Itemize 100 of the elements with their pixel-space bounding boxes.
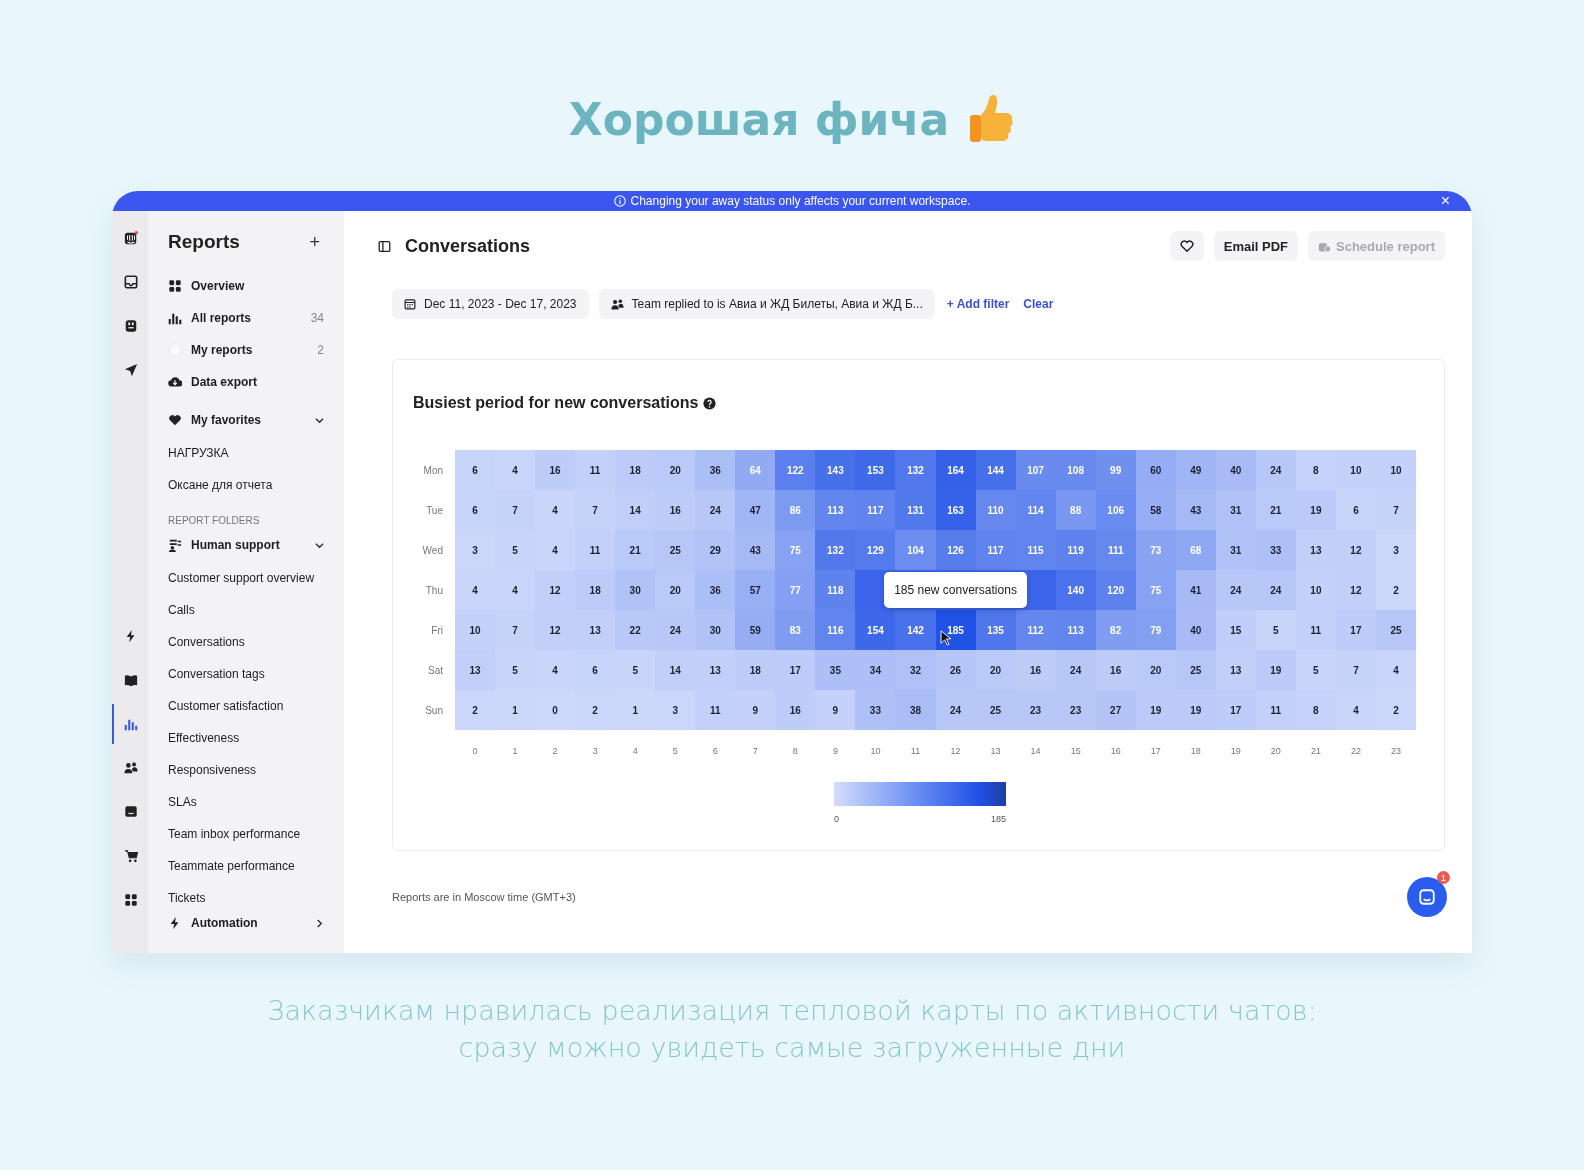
heatmap-cell[interactable]: 5 (615, 650, 656, 690)
heatmap-cell[interactable]: 24 (1215, 570, 1256, 610)
add-filter-link[interactable]: + Add filter (944, 297, 1012, 311)
report-item[interactable]: Conversation tags (168, 658, 324, 690)
heatmap-cell[interactable]: 24 (655, 610, 696, 650)
heatmap-cell[interactable]: 120 (1095, 570, 1136, 610)
heatmap-cell[interactable]: 119 (1055, 530, 1096, 570)
heatmap-cell[interactable]: 2 (1375, 690, 1416, 730)
favorite-button[interactable] (1169, 231, 1204, 261)
heatmap-cell[interactable]: 57 (735, 570, 776, 610)
heatmap-cell[interactable]: 13 (575, 610, 616, 650)
heatmap-cell[interactable]: 4 (535, 650, 576, 690)
email-pdf-button[interactable]: Email PDF (1213, 231, 1299, 261)
report-item[interactable]: Customer satisfaction (168, 690, 324, 722)
heatmap-cell[interactable]: 34 (855, 650, 896, 690)
heatmap-cell[interactable]: 13 (1215, 650, 1256, 690)
heatmap-cell[interactable]: 20 (975, 650, 1016, 690)
heatmap-cell[interactable]: 25 (975, 690, 1016, 730)
heatmap-cell[interactable]: 14 (655, 650, 696, 690)
heatmap-cell[interactable]: 40 (1175, 610, 1216, 650)
heatmap-cell[interactable]: 40 (1215, 450, 1256, 490)
heatmap-cell[interactable]: 58 (1135, 490, 1176, 530)
team-filter[interactable]: Team replied to is Авиа и ЖД Билеты, Авиа и ЖД Б... (598, 289, 935, 319)
heatmap-cell[interactable]: 5 (1295, 650, 1336, 690)
heatmap-cell[interactable]: 2 (1375, 570, 1416, 610)
heatmap-cell[interactable]: 38 (895, 690, 936, 730)
heatmap-cell[interactable]: 41 (1175, 570, 1216, 610)
heatmap-cell[interactable]: 12 (1335, 530, 1376, 570)
heatmap-cell[interactable]: 135 (975, 610, 1016, 650)
heatmap-cell[interactable]: 14 (615, 490, 656, 530)
heatmap-cell[interactable]: 35 (815, 650, 856, 690)
heatmap-cell[interactable]: 33 (855, 690, 896, 730)
heatmap-cell[interactable]: 11 (575, 530, 616, 570)
favorite-item[interactable]: НАГРУЗКА (168, 437, 324, 469)
heatmap-cell[interactable]: 31 (1215, 490, 1256, 530)
heatmap-cell[interactable]: 11 (695, 690, 736, 730)
heatmap-cell[interactable]: 43 (735, 530, 776, 570)
heatmap-cell[interactable]: 7 (1375, 490, 1416, 530)
heatmap-cell[interactable]: 43 (1175, 490, 1216, 530)
heatmap-cell[interactable]: 30 (615, 570, 656, 610)
heatmap-cell[interactable]: 32 (895, 650, 936, 690)
heatmap-cell[interactable]: 60 (1135, 450, 1176, 490)
clear-link[interactable]: Clear (1021, 297, 1056, 311)
heatmap-cell[interactable]: 8 (1295, 690, 1336, 730)
heatmap-cell[interactable]: 30 (695, 610, 736, 650)
heatmap-cell[interactable]: 10 (1375, 450, 1416, 490)
nav-item[interactable]: Data export (168, 373, 324, 391)
heatmap-cell[interactable]: 25 (655, 530, 696, 570)
heatmap-cell[interactable]: 140 (1055, 570, 1096, 610)
heatmap-cell[interactable]: 4 (455, 570, 496, 610)
heatmap-cell[interactable]: 7 (1335, 650, 1376, 690)
nav-item[interactable]: My reports 2 (168, 341, 324, 359)
heatmap-cell[interactable]: 17 (775, 650, 816, 690)
heatmap-cell[interactable]: 19 (1175, 690, 1216, 730)
heatmap-cell[interactable]: 4 (1335, 690, 1376, 730)
heatmap-cell[interactable]: 27 (1095, 690, 1136, 730)
heatmap-cell[interactable]: 3 (655, 690, 696, 730)
heatmap-cell[interactable]: 117 (855, 490, 896, 530)
heatmap-cell[interactable]: 0 (535, 690, 576, 730)
heatmap-cell[interactable]: 9 (815, 690, 856, 730)
nav-item[interactable]: Overview (168, 277, 324, 295)
heatmap-cell[interactable]: 154 (855, 610, 896, 650)
nav-item[interactable]: All reports 34 (168, 309, 324, 327)
heatmap-cell[interactable]: 18 (575, 570, 616, 610)
heatmap-cell[interactable]: 8 (1295, 450, 1336, 490)
heatmap-cell[interactable]: 5 (495, 530, 536, 570)
heatmap-cell[interactable]: 23 (1015, 690, 1056, 730)
heatmap-cell[interactable]: 11 (1255, 690, 1296, 730)
heatmap-cell[interactable]: 25 (1175, 650, 1216, 690)
heatmap-cell[interactable]: 144 (975, 450, 1016, 490)
heatmap-cell[interactable]: 24 (935, 690, 976, 730)
heatmap-cell[interactable]: 6 (575, 650, 616, 690)
heatmap-cell[interactable]: 2 (455, 690, 496, 730)
report-item[interactable]: Conversations (168, 626, 324, 658)
heatmap-cell[interactable]: 29 (695, 530, 736, 570)
heatmap-cell[interactable]: 47 (735, 490, 776, 530)
report-item[interactable]: SLAs (168, 786, 324, 818)
heatmap-cell[interactable]: 11 (575, 450, 616, 490)
heatmap-cell[interactable]: 5 (495, 650, 536, 690)
heatmap-cell[interactable]: 142 (895, 610, 936, 650)
heatmap-cell[interactable]: 26 (935, 650, 976, 690)
date-filter[interactable]: Dec 11, 2023 - Dec 17, 2023 (392, 289, 589, 319)
heatmap-cell[interactable]: 1 (615, 690, 656, 730)
heatmap-cell[interactable]: 49 (1175, 450, 1216, 490)
heatmap-cell[interactable]: 10 (1295, 570, 1336, 610)
heatmap-cell[interactable]: 117 (975, 530, 1016, 570)
heatmap-cell[interactable]: 12 (535, 570, 576, 610)
heatmap-cell[interactable]: 15 (1215, 610, 1256, 650)
heatmap-cell[interactable]: 13 (455, 650, 496, 690)
heatmap-cell[interactable]: 132 (895, 450, 936, 490)
folder-header[interactable]: Human support (168, 536, 324, 554)
heatmap-cell[interactable]: 9 (735, 690, 776, 730)
heatmap-cell[interactable]: 7 (495, 490, 536, 530)
heatmap-cell[interactable]: 21 (615, 530, 656, 570)
heatmap-cell[interactable]: 36 (695, 570, 736, 610)
heatmap-cell[interactable]: 59 (735, 610, 776, 650)
heatmap-cell[interactable]: 16 (1095, 650, 1136, 690)
heatmap-cell[interactable]: 22 (615, 610, 656, 650)
heatmap-cell[interactable]: 4 (535, 530, 576, 570)
heatmap-cell[interactable]: 16 (655, 490, 696, 530)
